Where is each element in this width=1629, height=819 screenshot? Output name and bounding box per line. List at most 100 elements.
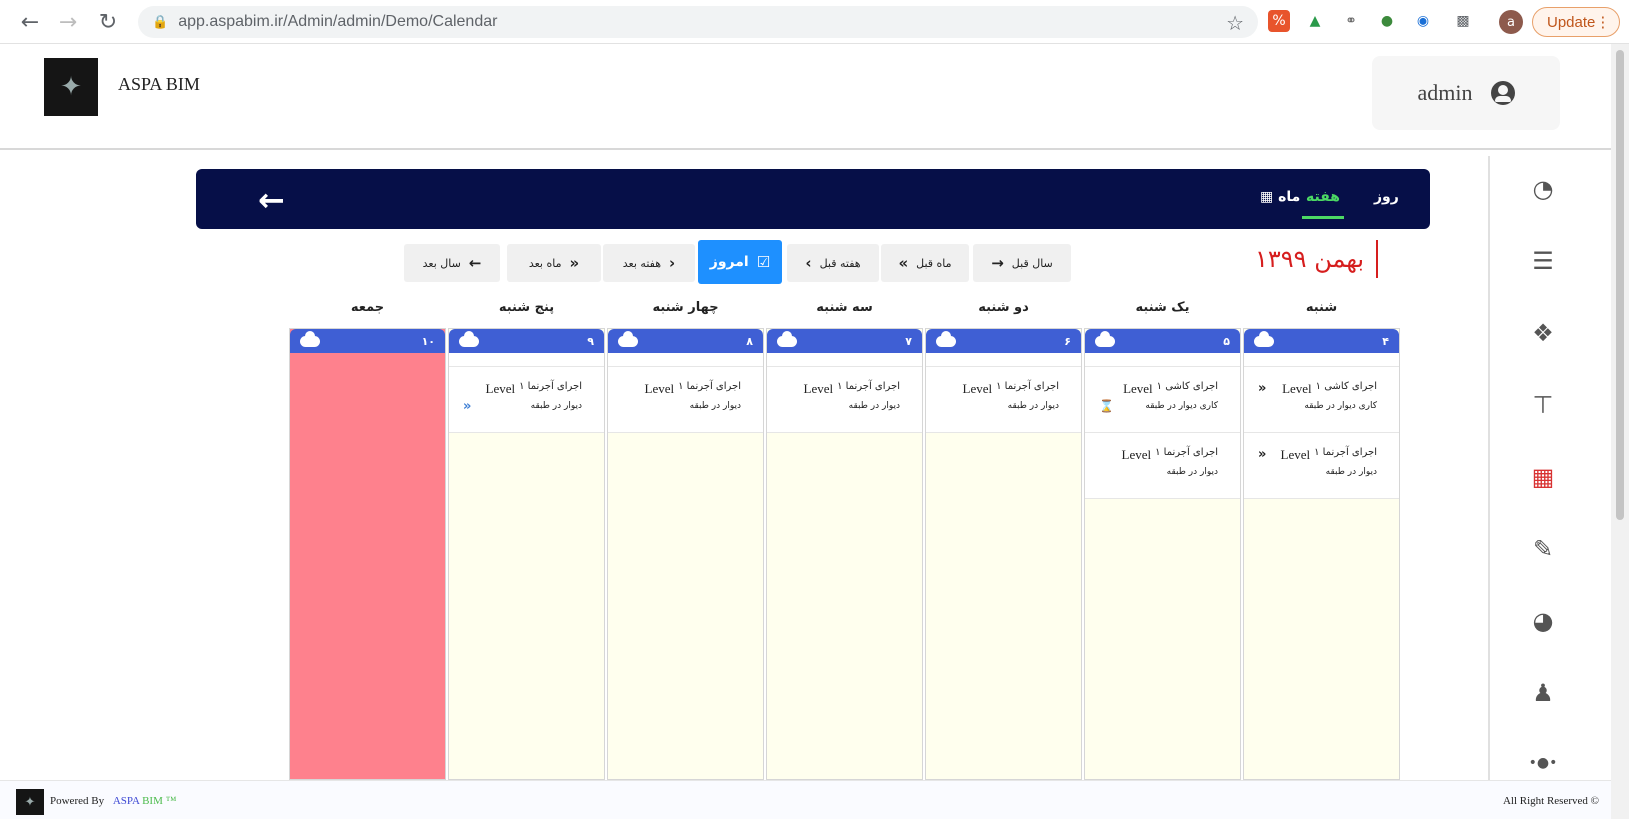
- chevron-icon: ‹: [805, 254, 812, 272]
- event-subtitle: دیوار در طبقه: [530, 401, 582, 411]
- event-title-row: اجرای کاشی ۱ Level: [1093, 381, 1218, 397]
- weather-cloud-icon: [777, 330, 797, 347]
- pie-chart-icon[interactable]: ◕: [1528, 606, 1558, 636]
- prev-year-button[interactable]: → سال قبل: [973, 244, 1071, 282]
- day-name: دو شنبه: [978, 300, 1029, 315]
- extension-icon-4[interactable]: ●: [1376, 10, 1398, 32]
- day-spacer: [926, 353, 1081, 367]
- event-title: اجرای آجرنما ۱: [678, 381, 741, 392]
- event-level: Level: [1121, 447, 1152, 462]
- day-date: ۸: [746, 334, 753, 348]
- event-level: Level: [803, 381, 834, 396]
- address-bar[interactable]: 🔒 app.aspabim.ir/Admin/admin/Demo/Calend…: [138, 6, 1258, 38]
- next-year-label: سال بعد: [422, 256, 461, 270]
- tab-week[interactable]: هفته: [1302, 189, 1344, 219]
- footer-logo: ✦: [16, 789, 44, 815]
- arrow-right-icon: →: [991, 254, 1004, 272]
- calendar-event[interactable]: اجرای کاشی ۱ Level کاری دیوار در طبقه ⌛: [1085, 367, 1240, 433]
- user-menu[interactable]: admin: [1372, 56, 1560, 130]
- event-title: اجرای آجرنما ۱: [519, 381, 582, 392]
- double-chevron-icon[interactable]: «: [463, 399, 471, 414]
- aspa-logo[interactable]: ✦: [44, 58, 98, 116]
- reload-icon[interactable]: ↻: [92, 6, 124, 38]
- day-name: سه شنبه: [816, 300, 873, 315]
- calendar-event[interactable]: اجرای آجرنما ۱ Level دیوار در طبقه «: [449, 367, 604, 433]
- day-header: ۵: [1085, 329, 1240, 353]
- double-chevron-icon[interactable]: «: [1258, 447, 1266, 462]
- extensions-puzzle-icon[interactable]: ▩: [1452, 10, 1474, 32]
- update-button[interactable]: Update ⋮: [1532, 7, 1620, 37]
- weather-cloud-icon: [1095, 330, 1115, 347]
- tasks-list-icon[interactable]: ☰: [1528, 246, 1558, 276]
- back-arrow-icon[interactable]: ←: [258, 181, 285, 219]
- tab-day[interactable]: روز: [1374, 189, 1399, 205]
- forward-icon[interactable]: →: [52, 6, 84, 38]
- calendar-event[interactable]: اجرای کاشی ۱ Level کاری دیوار در طبقه «: [1244, 367, 1399, 433]
- day-column[interactable]: ۱۰: [289, 328, 446, 780]
- prev-week-button[interactable]: ‹ هفته قبل: [787, 244, 879, 282]
- month-title: بهمن ۱۳۹۹: [1255, 240, 1379, 278]
- extension-icon-3[interactable]: ⚭: [1340, 10, 1362, 32]
- event-subtitle: دیوار در طبقه: [689, 401, 741, 411]
- today-button[interactable]: امروز ☑: [698, 240, 782, 284]
- user-circle-icon: [1490, 81, 1515, 105]
- back-icon[interactable]: ←: [14, 6, 46, 38]
- prev-month-button[interactable]: « ماه قبل: [881, 244, 969, 282]
- add-user-icon[interactable]: ♟: [1528, 678, 1558, 708]
- day-column[interactable]: ۶ اجرای آجرنما ۱ Level دیوار در طبقه: [925, 328, 1082, 780]
- username: admin: [1417, 80, 1473, 105]
- calendar-event[interactable]: اجرای آجرنما ۱ Level دیوار در طبقه: [767, 367, 922, 433]
- tab-month[interactable]: ▦ ماه: [1260, 189, 1300, 205]
- day-name: یک شنبه: [1135, 300, 1190, 315]
- day-spacer: [1244, 353, 1399, 367]
- day-date: ۵: [1223, 334, 1230, 348]
- more-dots-icon[interactable]: •●•: [1528, 748, 1558, 778]
- day-header: ۷: [767, 329, 922, 353]
- next-year-button[interactable]: سال بعد ←: [404, 244, 500, 282]
- day-date: ۶: [1064, 334, 1071, 348]
- arrow-left-icon: ←: [468, 254, 482, 272]
- page-scrollbar[interactable]: [1611, 44, 1629, 819]
- extension-icon-5[interactable]: ◉: [1412, 10, 1434, 32]
- url-text: app.aspabim.ir/Admin/admin/Demo/Calendar: [178, 13, 498, 30]
- day-column[interactable]: ۷ اجرای آجرنما ۱ Level دیوار در طبقه: [766, 328, 923, 780]
- lock-icon: 🔒: [152, 14, 169, 30]
- calendar-event[interactable]: اجرای آجرنما ۱ Level دیوار در طبقه «: [1244, 433, 1399, 499]
- footer-brand-b[interactable]: BIM ™: [142, 795, 176, 807]
- day-spacer: [608, 353, 763, 367]
- next-month-button[interactable]: ماه بعد »: [507, 244, 601, 282]
- dashboard-icon[interactable]: ◔: [1528, 174, 1558, 204]
- calendar-event[interactable]: اجرای آجرنما ۱ Level دیوار در طبقه: [1085, 433, 1240, 499]
- event-title-row: اجرای آجرنما ۱ Level: [616, 381, 742, 397]
- edit-icon[interactable]: ✎: [1528, 534, 1558, 564]
- day-date: ۷: [905, 334, 912, 348]
- calendar-icon[interactable]: ▦: [1528, 462, 1558, 492]
- day-column[interactable]: ۴ اجرای کاشی ۱ Level کاری دیوار در طبقه «اجر…: [1243, 328, 1400, 780]
- day-column[interactable]: ۹ اجرای آجرنما ۱ Level دیوار در طبقه «: [448, 328, 605, 780]
- event-title: اجرای کاشی ۱: [1315, 381, 1377, 392]
- double-chevron-icon[interactable]: «: [1258, 381, 1266, 396]
- day-name: شنبه: [1305, 300, 1338, 315]
- day-spacer: [1085, 353, 1240, 367]
- extension-icon-2[interactable]: ▲: [1304, 10, 1326, 32]
- hierarchy-icon[interactable]: ⊤: [1528, 390, 1558, 420]
- weather-cloud-icon: [459, 330, 479, 347]
- day-column[interactable]: ۵ اجرای کاشی ۱ Level کاری دیوار در طبقه ⌛ اجر…: [1084, 328, 1241, 780]
- profile-avatar[interactable]: a: [1499, 10, 1523, 34]
- calendar-event[interactable]: اجرای آجرنما ۱ Level دیوار در طبقه: [608, 367, 763, 433]
- scrollbar-thumb[interactable]: [1616, 50, 1624, 520]
- event-level: Level: [1123, 381, 1153, 396]
- next-week-button[interactable]: هفته بعد ›: [603, 244, 695, 282]
- event-title-row: اجرای آجرنما ۱ Level: [1252, 447, 1378, 463]
- extension-icon-1[interactable]: %: [1268, 10, 1290, 32]
- calendar-event[interactable]: اجرای آجرنما ۱ Level دیوار در طبقه: [926, 367, 1081, 433]
- hourglass-icon[interactable]: ⌛: [1099, 399, 1114, 413]
- event-level: Level: [644, 381, 675, 396]
- event-title-row: اجرای آجرنما ۱ Level: [775, 381, 901, 397]
- day-spacer: [449, 353, 604, 367]
- cubes-icon[interactable]: ❖: [1528, 318, 1558, 348]
- day-header: ۴: [1244, 329, 1399, 353]
- day-column[interactable]: ۸ اجرای آجرنما ۱ Level دیوار در طبقه: [607, 328, 764, 780]
- bookmark-star-icon[interactable]: ☆: [1226, 11, 1244, 35]
- footer-brand-a[interactable]: ASPA: [113, 795, 140, 807]
